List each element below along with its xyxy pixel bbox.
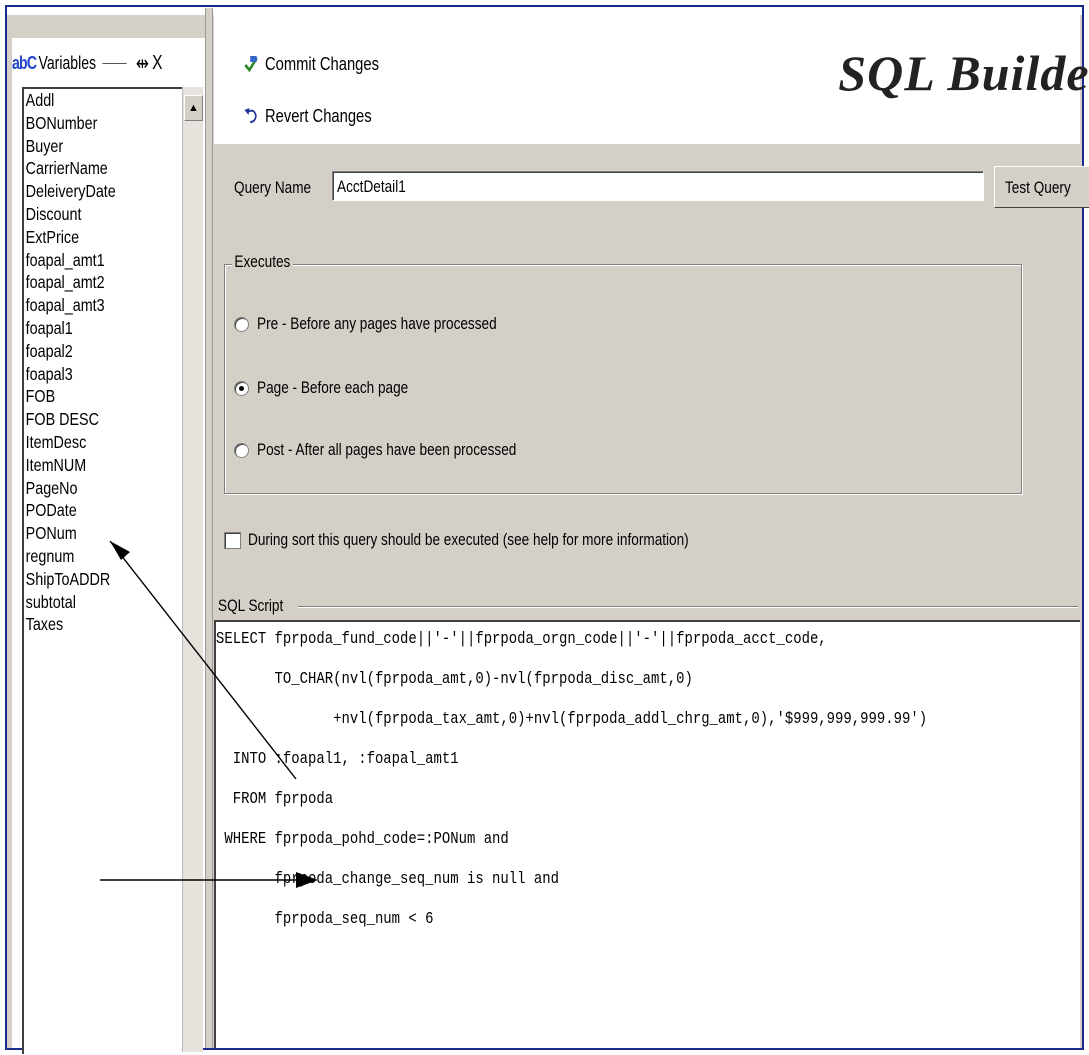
variables-icon: abC	[12, 52, 37, 73]
undo-icon	[242, 106, 260, 126]
close-icon[interactable]: X	[152, 52, 162, 75]
executes-legend: Executes	[232, 252, 293, 272]
header-divider	[102, 62, 127, 64]
sql-line: +nvl(fprpoda_tax_amt,0)+nvl(fprpoda_addl…	[216, 710, 928, 729]
pin-icon[interactable]: ⇹	[136, 51, 149, 76]
sql-script-editor[interactable]: SELECT fprpoda_fund_code||'-'||fprpoda_o…	[214, 620, 1080, 1048]
variable-item[interactable]: foapal_amt1	[24, 249, 155, 272]
variable-item[interactable]: Taxes	[24, 613, 155, 636]
radio-page-button[interactable]	[234, 380, 249, 396]
commit-label: Commit Changes	[264, 53, 379, 74]
sql-line: WHERE fprpoda_pohd_code=:PONum and	[216, 830, 509, 849]
radio-page[interactable]: Page - Before each page	[234, 378, 446, 398]
toolbar: Commit Changes Revert Changes SQL Builde…	[214, 8, 1089, 144]
variables-header: abC Variables ⇹ X	[12, 48, 163, 78]
variable-item[interactable]: foapal1	[24, 317, 155, 340]
variable-item[interactable]: foapal2	[24, 340, 155, 363]
sql-line: SELECT fprpoda_fund_code||'-'||fprpoda_o…	[216, 630, 827, 649]
commit-changes-button[interactable]: Commit Changes	[242, 52, 379, 76]
query-name-label: Query Name	[234, 178, 312, 197]
variable-item[interactable]: ExtPrice	[24, 226, 155, 249]
variable-item[interactable]: PageNo	[24, 477, 155, 500]
variable-item[interactable]: foapal_amt3	[24, 294, 155, 317]
variable-item[interactable]: ItemDesc	[24, 431, 155, 454]
variable-item[interactable]: DeleiveryDate	[24, 180, 155, 203]
variable-item[interactable]: FOB DESC	[24, 408, 155, 431]
radio-pre-label: Pre - Before any pages have processed	[257, 314, 497, 333]
variable-item[interactable]: subtotal	[24, 591, 155, 614]
radio-post[interactable]: Post - After all pages have been process…	[234, 440, 581, 460]
query-form: Query Name AcctDetail1 Test Query Execut…	[214, 144, 1089, 1048]
revert-changes-button[interactable]: Revert Changes	[242, 104, 372, 128]
scroll-up-icon[interactable]: ▲	[184, 95, 203, 121]
sort-checkbox[interactable]	[224, 532, 241, 549]
query-name-input[interactable]: AcctDetail1	[332, 171, 984, 201]
variable-item[interactable]: ShipToADDR	[24, 568, 155, 591]
panel-splitter[interactable]	[205, 8, 213, 1048]
commit-icon	[242, 54, 260, 74]
sql-line: INTO :foapal1, :foapal_amt1	[216, 750, 459, 769]
test-query-button[interactable]: Test Query	[994, 166, 1089, 208]
sql-builder-banner: SQL Builder	[838, 45, 1089, 101]
variable-item[interactable]: PONum	[24, 522, 155, 545]
sort-checkbox-label: During sort this query should be execute…	[248, 530, 689, 549]
sql-script-legend: SQL Script	[218, 596, 284, 615]
sql-script-divider	[298, 606, 1078, 607]
sql-line: FROM fprpoda	[216, 790, 334, 809]
variables-scrollbar[interactable]: ▲	[182, 87, 203, 1052]
variable-item[interactable]: BONumber	[24, 112, 155, 135]
sql-line: TO_CHAR(nvl(fprpoda_amt,0)-nvl(fprpoda_d…	[216, 670, 693, 689]
variables-list[interactable]: Addl BONumber Buyer CarrierName DeleiveryDat…	[22, 87, 184, 1054]
variable-item[interactable]: ItemNUM	[24, 454, 155, 477]
query-name-value: AcctDetail1	[337, 177, 406, 196]
radio-page-label: Page - Before each page	[257, 378, 409, 397]
variable-item[interactable]: Buyer	[24, 135, 155, 158]
variable-item[interactable]: CarrierName	[24, 157, 155, 180]
test-query-label: Test Query	[1005, 178, 1071, 197]
radio-pre[interactable]: Pre - Before any pages have processed	[234, 314, 557, 334]
radio-post-button[interactable]	[234, 442, 249, 458]
revert-label: Revert Changes	[264, 105, 372, 126]
variable-item[interactable]: foapal_amt2	[24, 271, 155, 294]
variable-item[interactable]: Discount	[24, 203, 155, 226]
variable-item[interactable]: PODate	[24, 499, 155, 522]
sql-line: fprpoda_seq_num < 6	[216, 910, 434, 929]
variable-item[interactable]: regnum	[24, 545, 155, 568]
variable-item[interactable]: foapal3	[24, 363, 155, 386]
variables-title: Variables	[38, 52, 97, 73]
radio-pre-button[interactable]	[234, 316, 249, 332]
radio-post-label: Post - After all pages have been process…	[257, 440, 517, 459]
variable-item[interactable]: FOB	[24, 385, 155, 408]
variable-item[interactable]: Addl	[24, 89, 155, 112]
sql-line: fprpoda_change_seq_num is null and	[216, 870, 559, 889]
